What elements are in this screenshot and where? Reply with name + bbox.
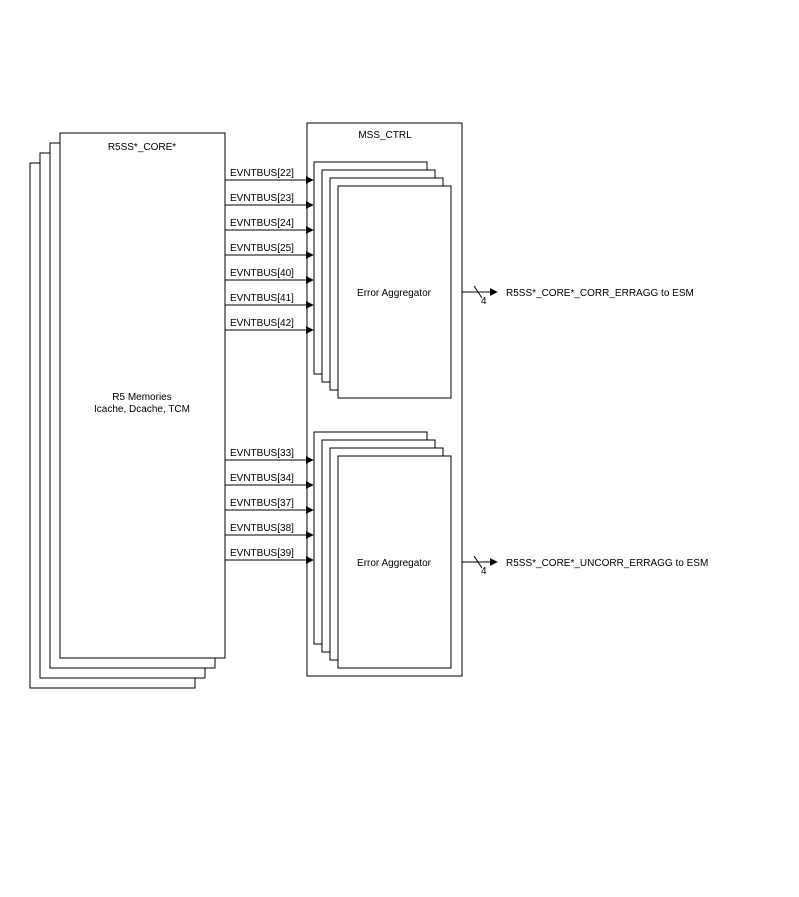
left-block: R5SS*_CORE* R5 Memories Icache, Dcache, … [30,133,225,688]
left-block-title: R5SS*_CORE* [108,142,176,153]
evntbus-label: EVNTBUS[33] [230,448,294,459]
error-aggregator-bot: Error Aggregator [314,432,451,668]
output-bot: 4 R5SS*_CORE*_UNCORR_ERRAGG to ESM [462,556,708,577]
evntbus-label: EVNTBUS[24] [230,218,294,229]
evntbus-label: EVNTBUS[23] [230,193,294,204]
right-block-title: MSS_CTRL [358,130,412,141]
output-top: 4 R5SS*_CORE*_CORR_ERRAGG to ESM [462,286,694,307]
diagram-canvas: R5SS*_CORE* R5 Memories Icache, Dcache, … [0,0,799,897]
evntbus-label: EVNTBUS[38] [230,523,294,534]
output-bot-count: 4 [481,566,487,577]
evntbus-label: EVNTBUS[37] [230,498,294,509]
evntbus-label: EVNTBUS[39] [230,548,294,559]
output-bot-label: R5SS*_CORE*_UNCORR_ERRAGG to ESM [506,558,708,569]
evntbus-label: EVNTBUS[22] [230,168,294,179]
evntbus-top-group: EVNTBUS[22] EVNTBUS[23] EVNTBUS[24] EVNT… [225,168,313,330]
output-top-count: 4 [481,296,487,307]
evntbus-label: EVNTBUS[41] [230,293,294,304]
error-aggregator-bot-label: Error Aggregator [357,558,432,569]
evntbus-label: EVNTBUS[25] [230,243,294,254]
evntbus-label: EVNTBUS[42] [230,318,294,329]
evntbus-label: EVNTBUS[34] [230,473,294,484]
left-block-sub2: Icache, Dcache, TCM [94,404,190,415]
evntbus-label: EVNTBUS[40] [230,268,294,279]
evntbus-bot-group: EVNTBUS[33] EVNTBUS[34] EVNTBUS[37] EVNT… [225,448,313,560]
error-aggregator-top: Error Aggregator [314,162,451,398]
error-aggregator-top-label: Error Aggregator [357,288,432,299]
left-block-sub1: R5 Memories [112,392,171,403]
output-top-label: R5SS*_CORE*_CORR_ERRAGG to ESM [506,288,694,299]
